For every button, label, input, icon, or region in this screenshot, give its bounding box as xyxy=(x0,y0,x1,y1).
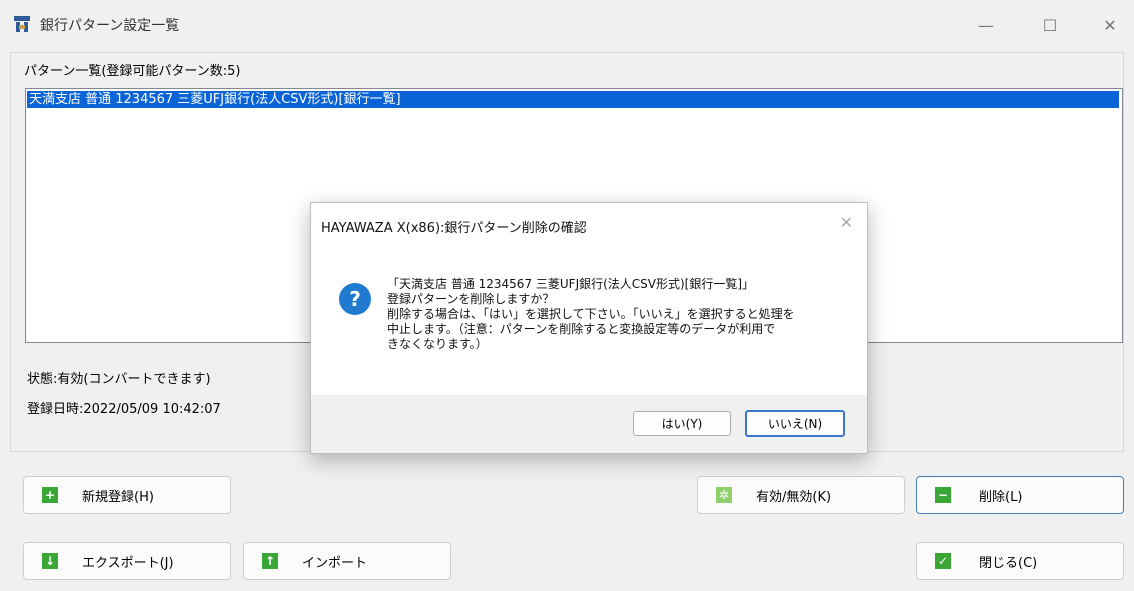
enable-disable-button[interactable]: ✲ 有効/無効(K) xyxy=(697,476,905,514)
group-label: パターン一覧(登録可能パターン数:5) xyxy=(24,64,241,79)
close-label: 閉じる(C) xyxy=(979,555,1038,571)
message-line: 登録パターンを削除しますか？ xyxy=(387,292,555,306)
delete-label: 削除(L) xyxy=(979,489,1023,505)
dialog-footer: はい(Y) いいえ(N) xyxy=(311,395,867,453)
delete-button[interactable]: − 削除(L) xyxy=(916,476,1124,514)
status-text: 状態:有効(コンバートできます) xyxy=(27,372,211,387)
minus-icon: − xyxy=(935,487,951,503)
new-register-label: 新規登録(H) xyxy=(82,489,154,505)
export-button[interactable]: ↓ エクスポート(J) xyxy=(23,542,231,580)
toggle-icon: ✲ xyxy=(716,487,732,503)
arrow-up-icon: ↑ xyxy=(262,553,278,569)
minimize-button[interactable]: — xyxy=(966,10,1006,40)
dialog-title: HAYAWAZA X(x86):銀行パターン削除の確認 xyxy=(321,221,587,236)
question-icon: ? xyxy=(339,283,371,315)
no-button[interactable]: いいえ(N) xyxy=(745,410,845,437)
export-label: エクスポート(J) xyxy=(82,555,174,571)
enable-disable-label: 有効/無効(K) xyxy=(756,489,832,505)
message-line: 「天満支店 普通 1234567 三菱UFJ銀行(法人CSV形式)[銀行一覧]」 xyxy=(387,277,755,291)
plus-icon: + xyxy=(42,487,58,503)
dialog-message: 「天満支店 普通 1234567 三菱UFJ銀行(法人CSV形式)[銀行一覧]」… xyxy=(387,277,857,352)
check-icon: ✓ xyxy=(935,553,951,569)
import-button[interactable]: ↑ インポート xyxy=(243,542,451,580)
yes-button[interactable]: はい(Y) xyxy=(633,411,731,436)
confirm-delete-dialog: HAYAWAZA X(x86):銀行パターン削除の確認 ✕ ? 「天満支店 普通… xyxy=(310,202,868,454)
list-item[interactable]: 天満支店 普通 1234567 三菱UFJ銀行(法人CSV形式)[銀行一覧] xyxy=(27,91,1119,108)
close-dialog-button[interactable]: ✓ 閉じる(C) xyxy=(916,542,1124,580)
import-label: インポート xyxy=(302,555,368,571)
dialog-close-icon[interactable]: ✕ xyxy=(840,213,853,232)
maximize-button[interactable]: ☐ xyxy=(1030,10,1070,40)
message-line: きなくなります。） xyxy=(387,337,488,351)
registered-date: 登録日時:2022/05/09 10:42:07 xyxy=(27,402,221,417)
app-icon xyxy=(14,16,30,32)
window-title: 銀行パターン設定一覧 xyxy=(40,18,180,34)
close-button[interactable]: ✕ xyxy=(1090,10,1130,40)
arrow-down-icon: ↓ xyxy=(42,553,58,569)
title-bar: 銀行パターン設定一覧 — ☐ ✕ xyxy=(0,0,1134,52)
message-line: 削除する場合は、「はい」を選択して下さい。「いいえ」を選択すると処理を xyxy=(387,307,795,321)
message-line: 中止します。（注意：パターンを削除すると変換設定等のデータが利用で xyxy=(387,322,776,336)
new-register-button[interactable]: + 新規登録(H) xyxy=(23,476,231,514)
